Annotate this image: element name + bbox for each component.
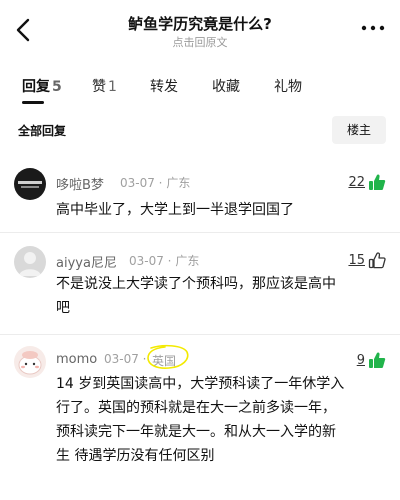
tab-favorites[interactable]: 收藏 <box>212 76 240 96</box>
like-control[interactable]: 22 <box>348 171 386 193</box>
comment-line: 预科读完下一年就是大一。和从大一入学的新 <box>56 424 336 440</box>
thumbs-up-icon[interactable] <box>368 173 386 191</box>
section-title: 全部回复 <box>18 124 67 138</box>
page-title: 鲈鱼学历究竟是什么? <box>128 15 272 33</box>
comment-item[interactable]: 哆啦B梦 03-07 · 广东 22 高中毕业了，大学上到一半退学回国了 <box>0 168 400 232</box>
back-to-post-link[interactable]: 点击回原文 <box>0 34 400 50</box>
tab-label: 转发 <box>150 79 178 95</box>
tab-bar: 回复 5 赞1 转发 收藏 礼物 <box>0 60 400 110</box>
more-dots-icon[interactable] <box>360 18 386 38</box>
highlight-circle-annotation <box>147 344 189 369</box>
tab-count: 1 <box>108 79 117 95</box>
tab-label: 收藏 <box>212 79 240 95</box>
tab-label: 礼物 <box>274 79 302 95</box>
like-count: 22 <box>348 174 365 190</box>
avatar[interactable] <box>14 168 46 200</box>
like-control[interactable]: 15 <box>348 249 386 271</box>
tab-label: 赞 <box>92 79 106 95</box>
comment-line: 行了。英国的预科就是在大一之前多读一年， <box>56 400 336 416</box>
like-control[interactable]: 9 <box>357 349 386 371</box>
commenter-name[interactable]: aiyya尼尼 <box>56 252 117 271</box>
tab-count: 5 <box>52 79 62 95</box>
comment-line: 高中毕业了，大学上到一半退学回国了 <box>56 202 294 218</box>
comment-meta-date: 03-07 · <box>104 352 147 366</box>
avatar[interactable] <box>14 346 46 378</box>
comment-text: 高中毕业了，大学上到一半退学回国了 <box>56 198 386 222</box>
comment-text: 不是说没上大学读了个预科吗，那应该是高中 吧 <box>56 272 386 320</box>
thumbs-up-icon[interactable] <box>368 351 386 369</box>
comment-line: 吧 <box>56 300 70 316</box>
comment-line: 14 岁到英国读高中，大学预科读了一年休学入 <box>56 376 345 392</box>
comment-line: 不是说没上大学读了个预科吗，那应该是高中 <box>56 276 336 292</box>
top-bar: 鲈鱼学历究竟是什么? 点击回原文 <box>0 0 400 56</box>
active-tab-indicator <box>22 101 44 104</box>
divider <box>0 232 400 233</box>
commenter-name[interactable]: momo <box>56 352 97 367</box>
tab-likes[interactable]: 赞1 <box>92 76 117 96</box>
comment-line: 生 待遇学历没有任何区别 <box>56 448 215 464</box>
comment-text: 14 岁到英国读高中，大学预科读了一年休学入 行了。英国的预科就是在大一之前多读… <box>56 372 386 468</box>
tab-replies[interactable]: 回复 5 <box>22 76 62 96</box>
divider <box>0 334 400 335</box>
comment-meta: 03-07 · 广东 <box>120 176 191 190</box>
tab-label: 回复 <box>22 79 50 95</box>
section-header: 全部回复 楼主 <box>0 112 400 148</box>
like-count: 9 <box>356 352 365 368</box>
comment-item[interactable]: momo 03-07 · 英国 9 14 岁到英国读高中，大学预科读了一年休学入… <box>0 346 400 486</box>
commenter-name[interactable]: 哆啦B梦 <box>56 174 104 193</box>
tab-gifts[interactable]: 礼物 <box>274 76 302 96</box>
like-count: 15 <box>348 252 365 268</box>
thumbs-up-outline-icon[interactable] <box>368 251 386 269</box>
comment-meta: 03-07 · 广东 <box>129 254 200 268</box>
avatar[interactable] <box>14 246 46 278</box>
tab-reposts[interactable]: 转发 <box>150 76 178 96</box>
owner-filter-button[interactable]: 楼主 <box>332 116 386 144</box>
comment-item[interactable]: aiyya尼尼 03-07 · 广东 15 不是说没上大学读了个预科吗，那应该是… <box>0 246 400 336</box>
